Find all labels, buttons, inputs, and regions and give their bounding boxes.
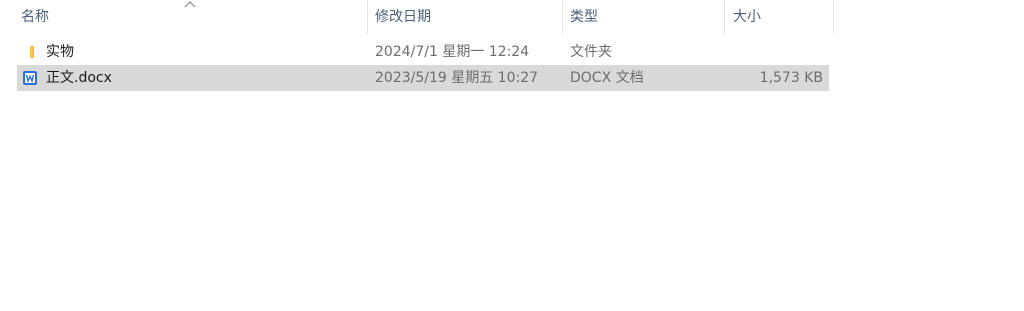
column-header-modified-label: 修改日期 <box>375 9 431 25</box>
chevron-up-icon <box>184 1 196 8</box>
file-size: 1,573 KB <box>759 70 823 86</box>
column-header-name[interactable]: 名称 <box>0 0 367 34</box>
file-name: 实物 <box>46 44 74 60</box>
column-header-modified[interactable]: 修改日期 <box>368 0 562 34</box>
column-header-size-label: 大小 <box>733 9 761 25</box>
file-row-document[interactable]: 正文.docx 2023/5/19 星期五 10:27 DOCX 文档 1,57… <box>17 65 829 91</box>
column-header-bar: 名称 修改日期 类型 大小 <box>0 0 834 34</box>
file-type: 文件夹 <box>570 44 612 60</box>
file-modified-date: 2023/5/19 星期五 10:27 <box>375 70 539 86</box>
file-modified-date: 2024/7/1 星期一 12:24 <box>375 44 530 60</box>
folder-icon <box>30 46 34 58</box>
column-header-type[interactable]: 类型 <box>563 0 724 34</box>
file-type: DOCX 文档 <box>570 70 644 86</box>
wps-writer-icon <box>23 71 37 85</box>
column-header-name-label: 名称 <box>21 9 49 25</box>
file-name: 正文.docx <box>46 70 112 86</box>
column-header-size[interactable]: 大小 <box>725 0 833 34</box>
file-explorer-list: 名称 修改日期 类型 大小 实物 2024/7/1 星期一 12:24 文件夹 <box>0 0 1024 311</box>
column-header-type-label: 类型 <box>570 9 598 25</box>
file-row-folder[interactable]: 实物 2024/7/1 星期一 12:24 文件夹 <box>17 39 829 65</box>
column-divider[interactable] <box>833 0 834 34</box>
